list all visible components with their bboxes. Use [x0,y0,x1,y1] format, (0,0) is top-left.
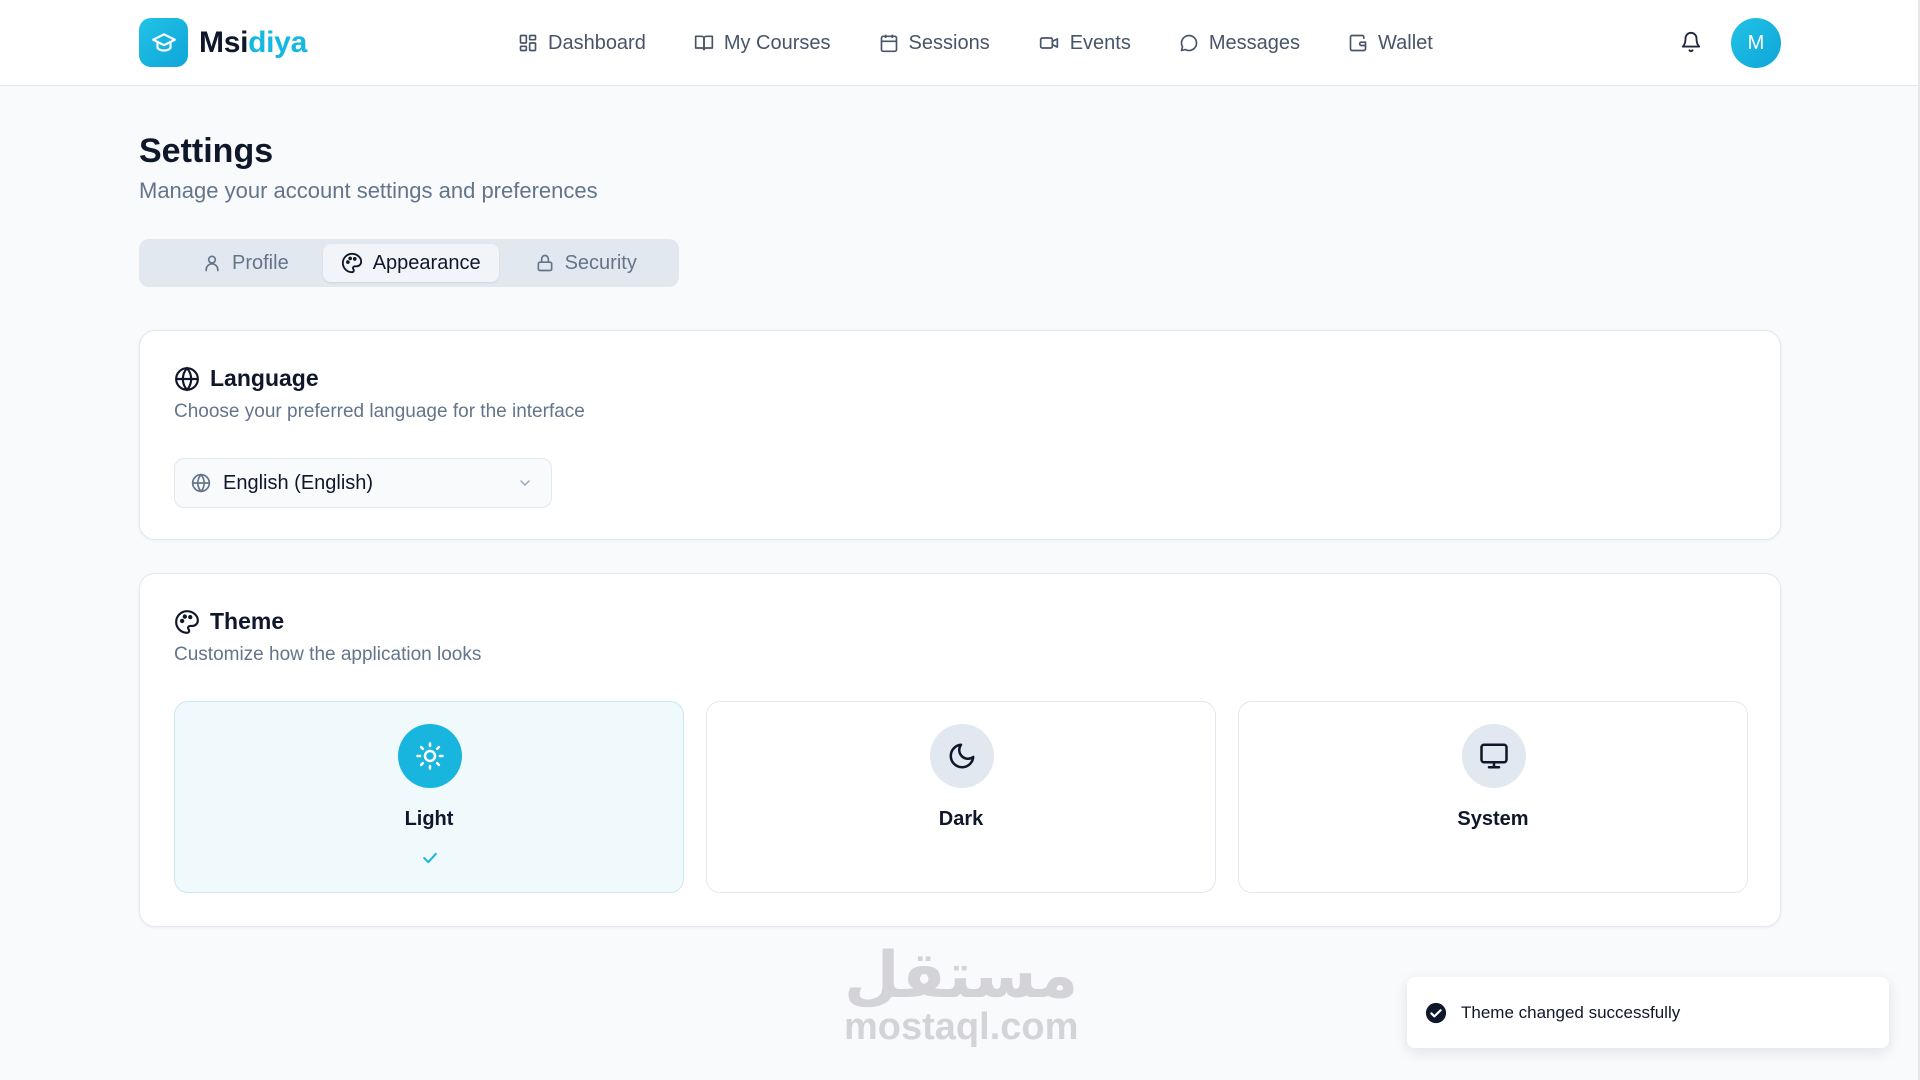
theme-option-label: Light [404,808,454,830]
tab-appearance[interactable]: Appearance [322,244,499,282]
check-icon [423,852,437,864]
main-nav: Dashboard My Courses Sessions Events Mes… [518,0,1481,86]
message-icon [1180,34,1198,52]
watermark-arabic: مستقل [844,939,1079,1013]
tab-profile[interactable]: Profile [184,244,307,282]
globe-icon [191,473,211,493]
theme-title: Theme [210,608,285,634]
check-circle-icon [1425,1002,1447,1023]
palette-icon [341,252,362,274]
nav-label: Wallet [1378,31,1433,54]
tab-label: Profile [232,251,289,274]
top-navbar: Msidiya Dashboard My Courses Sessions Ev… [0,0,1920,86]
language-select[interactable]: English (English) [174,458,552,508]
globe-icon [175,366,199,391]
bell-icon[interactable] [1680,30,1702,59]
toast-message: Theme changed successfully [1461,1002,1681,1022]
sun-icon [398,724,462,788]
avatar[interactable]: M [1731,18,1781,68]
toast-notification: Theme changed successfully [1407,977,1889,1048]
wallet-icon [1349,34,1367,52]
app-logo[interactable]: Msidiya [139,18,307,67]
nav-events[interactable]: Events [1038,32,1131,55]
settings-tabs: Profile Appearance Security [139,239,679,287]
theme-option-system[interactable]: System [1238,701,1748,893]
dashboard-icon [519,34,537,52]
monitor-icon [1462,724,1526,788]
theme-card: Theme Customize how the application look… [139,573,1781,927]
nav-sessions[interactable]: Sessions [879,32,990,55]
nav-label: Events [1069,31,1131,54]
language-selected-value: English (English) [223,471,374,494]
nav-messages[interactable]: Messages [1179,32,1300,55]
theme-option-light[interactable]: Light [174,701,684,893]
theme-header: Theme [174,608,284,635]
nav-dashboard[interactable]: Dashboard [518,32,646,55]
nav-label: Dashboard [548,31,646,54]
language-description: Choose your preferred language for the i… [174,401,585,422]
theme-option-dark[interactable]: Dark [706,701,1216,893]
language-header: Language [174,365,319,392]
theme-option-label: System [1457,808,1529,830]
nav-label: Sessions [908,31,990,54]
nav-label: Messages [1208,31,1301,54]
palette-icon [175,609,199,634]
page-title: Settings [139,132,274,170]
video-icon [1039,37,1058,49]
watermark: مستقل mostaql.com [844,939,1079,1049]
user-icon [205,255,219,272]
chevron-down-icon [520,480,530,486]
nav-label: My Courses [723,31,831,54]
nav-my-courses[interactable]: My Courses [694,32,831,55]
lock-icon [537,254,553,272]
book-icon [694,35,714,51]
page-subtitle: Manage your account settings and prefere… [139,178,598,203]
nav-wallet[interactable]: Wallet [1348,32,1433,55]
tab-label: Security [564,251,637,274]
calendar-icon [880,34,897,53]
tab-label: Appearance [372,251,481,274]
language-card: Language Choose your preferred language … [139,330,1781,540]
app-name: Msidiya [199,25,307,59]
moon-icon [930,724,994,788]
language-title: Language [210,365,319,391]
avatar-initial: M [1747,31,1765,54]
theme-description: Customize how the application looks [174,644,482,665]
tab-security[interactable]: Security [517,244,655,282]
theme-option-label: Dark [938,808,984,830]
graduation-cap-icon [139,18,188,67]
watermark-latin: mostaql.com [844,1006,1079,1048]
